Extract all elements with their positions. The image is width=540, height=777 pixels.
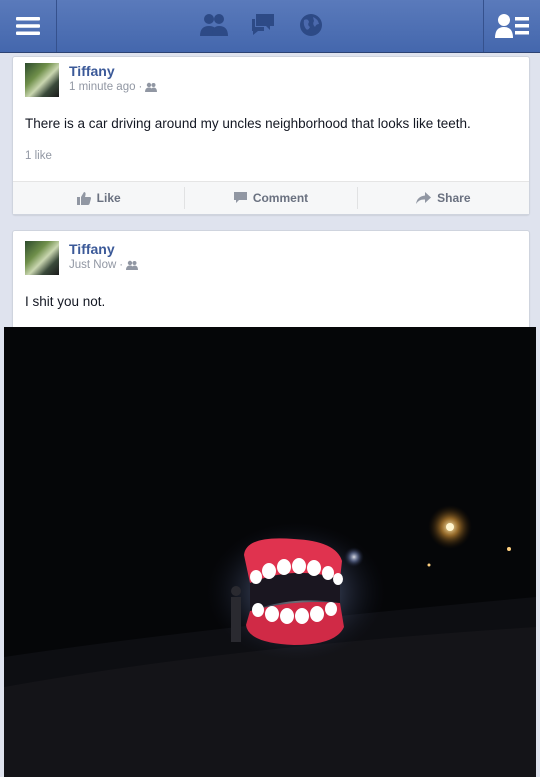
author-name[interactable]: Tiffany — [69, 63, 115, 79]
comment-bubble-icon — [233, 192, 247, 203]
like-button[interactable]: Like — [13, 182, 184, 214]
thumbs-up-icon — [76, 191, 91, 205]
notification-jewels — [200, 12, 324, 38]
share-arrow-icon — [416, 192, 432, 204]
friend-requests-icon[interactable] — [200, 12, 228, 38]
friends-privacy-icon[interactable] — [145, 82, 158, 92]
friends-list-button[interactable] — [483, 0, 540, 52]
comment-button[interactable]: Comment — [185, 182, 356, 214]
notifications-globe-icon[interactable] — [298, 12, 324, 38]
story-text: There is a car driving around my uncles … — [25, 116, 471, 131]
story-photo[interactable] — [4, 327, 536, 777]
messages-icon[interactable] — [250, 12, 276, 38]
timestamp[interactable]: 1 minute ago — [69, 81, 136, 93]
avatar[interactable] — [25, 63, 59, 97]
avatar[interactable] — [25, 241, 59, 275]
story-meta: Just Now · — [69, 259, 139, 271]
author-name[interactable]: Tiffany — [69, 241, 115, 257]
like-label: Like — [96, 191, 121, 205]
share-button[interactable]: Share — [358, 182, 529, 214]
story-actions: Like Comment Share — [13, 181, 529, 214]
hamburger-menu-icon — [16, 17, 40, 35]
timestamp[interactable]: Just Now — [69, 259, 116, 271]
friends-privacy-icon[interactable] — [126, 260, 139, 270]
story-text: I shit you not. — [25, 294, 106, 309]
dot-separator: · — [119, 259, 124, 271]
top-navigation-bar — [0, 0, 540, 53]
friends-list-icon — [495, 14, 529, 38]
like-count[interactable]: 1 like — [25, 150, 52, 162]
menu-button[interactable] — [0, 0, 57, 52]
comment-label: Comment — [252, 191, 309, 205]
night-teeth-car-photo — [4, 327, 536, 777]
share-label: Share — [437, 191, 471, 205]
feed-story: Tiffany 1 minute ago · There is a car dr… — [12, 56, 530, 215]
feed-story: Tiffany Just Now · I shit you not. — [12, 230, 530, 342]
story-meta: 1 minute ago · — [69, 81, 158, 93]
dot-separator: · — [138, 81, 143, 93]
